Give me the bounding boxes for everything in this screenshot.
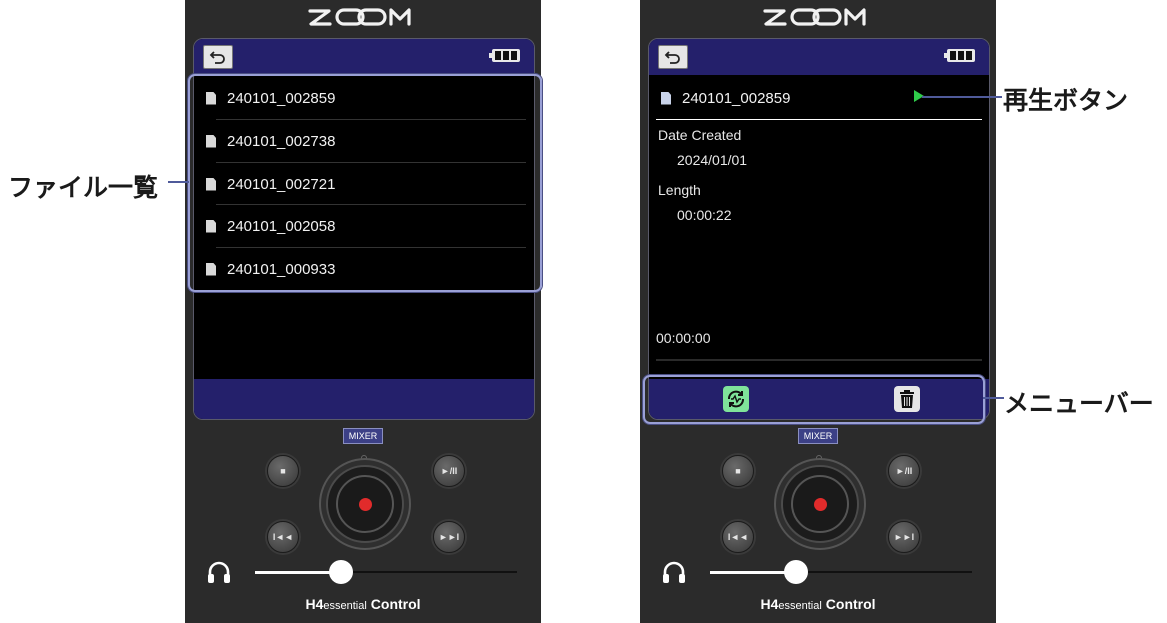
menu-bar-leader — [983, 397, 1004, 399]
rewind-icon: I◄◄ — [272, 532, 294, 542]
rewind-icon: I◄◄ — [727, 532, 749, 542]
headphone-icon — [663, 561, 685, 583]
record-icon — [358, 497, 372, 511]
stop-button[interactable]: ■ — [722, 455, 754, 487]
fast-forward-button[interactable]: ►►I — [888, 521, 920, 553]
play-button-callout: 再生ボタン — [1003, 87, 1129, 115]
menu-bar — [194, 379, 534, 419]
file-list-highlight — [188, 74, 542, 292]
top-bar — [194, 39, 534, 75]
headphone-icon — [208, 561, 230, 583]
stop-icon: ■ — [280, 466, 286, 476]
play-pause-button[interactable]: ►/II — [433, 455, 465, 487]
file-icon — [661, 91, 671, 105]
record-icon — [813, 497, 827, 511]
playback-progress-bar[interactable] — [656, 359, 982, 361]
back-button[interactable] — [203, 45, 233, 69]
battery-icon — [944, 49, 975, 62]
record-button[interactable] — [781, 465, 859, 543]
selected-file-row: 240101_002859 — [649, 77, 989, 119]
play-pause-icon: ►/II — [440, 466, 458, 476]
menu-bar-callout: メニューバー — [1004, 390, 1154, 418]
play-button-leader — [922, 96, 1002, 98]
app-brand: H4essential Control — [305, 596, 421, 612]
fast-forward-icon: ►►I — [893, 532, 915, 542]
back-icon — [664, 51, 680, 64]
right-phone: 240101_002859 Date Created 2024/01/01 Le… — [640, 0, 996, 623]
record-button[interactable] — [326, 465, 404, 543]
volume-slider-knob[interactable] — [329, 560, 353, 584]
back-icon — [209, 51, 225, 64]
play-pause-button[interactable]: ►/II — [888, 455, 920, 487]
play-pause-icon: ►/II — [895, 466, 913, 476]
file-list-leader — [168, 181, 189, 183]
top-bar — [649, 39, 989, 75]
stop-button[interactable]: ■ — [267, 455, 299, 487]
length-label: Length — [658, 182, 701, 198]
length-value: 00:00:22 — [677, 207, 732, 223]
mixer-button[interactable]: MIXER — [343, 428, 383, 444]
stop-icon: ■ — [735, 466, 741, 476]
date-created-label: Date Created — [658, 127, 742, 143]
battery-icon — [489, 49, 520, 62]
menu-bar-highlight — [643, 375, 985, 424]
playback-position: 00:00:00 — [656, 330, 711, 346]
back-button[interactable] — [658, 45, 688, 69]
rewind-button[interactable]: I◄◄ — [722, 521, 754, 553]
date-created-value: 2024/01/01 — [677, 152, 748, 168]
mixer-button[interactable]: MIXER — [798, 428, 838, 444]
rewind-button[interactable]: I◄◄ — [267, 521, 299, 553]
fast-forward-button[interactable]: ►►I — [433, 521, 465, 553]
zoom-logo — [185, 6, 541, 32]
file-list-callout: ファイル一覧 — [8, 174, 159, 202]
file-name: 240101_002859 — [682, 89, 791, 107]
volume-slider-knob[interactable] — [784, 560, 808, 584]
zoom-logo — [640, 6, 996, 32]
fast-forward-icon: ►►I — [438, 532, 460, 542]
app-brand: H4essential Control — [760, 596, 876, 612]
